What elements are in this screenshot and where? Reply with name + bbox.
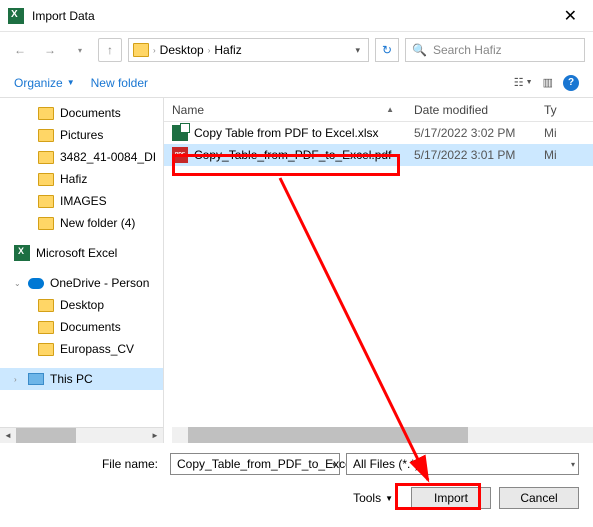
folder-icon	[38, 321, 54, 334]
folder-icon	[38, 151, 54, 164]
folder-icon	[38, 299, 54, 312]
expand-icon[interactable]: ⌄	[14, 279, 22, 288]
breadcrumb-part[interactable]: Desktop	[160, 43, 204, 57]
help-button[interactable]: ?	[563, 75, 579, 91]
scroll-thumb[interactable]	[188, 427, 468, 443]
nav-recent-button[interactable]: ▾	[68, 38, 92, 62]
nav-tree[interactable]: Documents Pictures 3482_41-0084_DI Hafiz…	[0, 98, 164, 443]
search-placeholder: Search Hafiz	[433, 43, 502, 57]
excel-icon	[14, 245, 30, 261]
tree-item-documents[interactable]: Documents	[0, 102, 163, 124]
tree-item-od-europass[interactable]: Europass_CV	[0, 338, 163, 360]
expand-icon[interactable]: ›	[14, 375, 22, 384]
tree-scrollbar[interactable]: ◄ ►	[0, 427, 163, 443]
view-mode-button[interactable]: ☷ ▼	[514, 76, 533, 89]
chevron-right-icon[interactable]: ›	[206, 46, 213, 55]
tree-item-pictures[interactable]: Pictures	[0, 124, 163, 146]
new-folder-button[interactable]: New folder	[91, 76, 148, 90]
refresh-button[interactable]: ↻	[375, 38, 399, 62]
xlsx-file-icon	[172, 125, 188, 141]
filename-input[interactable]: Copy_Table_from_PDF_to_Excel.pd ▾	[170, 453, 340, 475]
nav-forward-button: →	[38, 38, 62, 62]
file-type: Mi	[544, 126, 593, 140]
folder-icon	[38, 129, 54, 142]
close-icon[interactable]: ✕	[556, 6, 585, 26]
chevron-down-icon[interactable]: ▾	[332, 460, 336, 469]
folder-icon	[133, 43, 149, 57]
tree-item-thispc[interactable]: ›This PC	[0, 368, 163, 390]
tree-item-od-documents[interactable]: Documents	[0, 316, 163, 338]
file-date: 5/17/2022 3:02 PM	[414, 126, 544, 140]
breadcrumb-dropdown-icon[interactable]: ▾	[351, 45, 364, 56]
filename-label: File name:	[14, 457, 164, 471]
list-scrollbar[interactable]	[172, 427, 593, 443]
tree-item-onedrive[interactable]: ⌄OneDrive - Person	[0, 272, 163, 294]
column-header-date[interactable]: Date modified	[414, 103, 544, 117]
file-list[interactable]: Name▲ Date modified Ty Copy Table from P…	[164, 98, 593, 443]
window-title: Import Data	[32, 9, 95, 23]
file-name: Copy Table from PDF to Excel.xlsx	[194, 126, 379, 140]
tree-item-excel[interactable]: Microsoft Excel	[0, 242, 163, 264]
list-view-icon: ☷	[514, 76, 524, 89]
chevron-down-icon: ▼	[67, 78, 75, 87]
tree-item-folder[interactable]: 3482_41-0084_DI	[0, 146, 163, 168]
folder-icon	[38, 173, 54, 186]
file-date: 5/17/2022 3:01 PM	[414, 148, 544, 162]
column-header-type[interactable]: Ty	[544, 103, 593, 117]
cancel-button[interactable]: Cancel	[499, 487, 579, 509]
excel-app-icon	[8, 8, 24, 24]
scroll-thumb[interactable]	[16, 428, 76, 443]
file-row[interactable]: Copy_Table_from_PDF_to_Excel.pdf 5/17/20…	[164, 144, 593, 166]
import-button[interactable]: Import	[411, 487, 491, 509]
tree-item-od-desktop[interactable]: Desktop	[0, 294, 163, 316]
breadcrumb-part[interactable]: Hafiz	[214, 43, 241, 57]
file-filter-select[interactable]: All Files (*.*) ▾	[346, 453, 579, 475]
breadcrumb[interactable]: › Desktop › Hafiz ▾	[128, 38, 369, 62]
search-input[interactable]: 🔍 Search Hafiz	[405, 38, 585, 62]
tree-item-hafiz[interactable]: Hafiz	[0, 168, 163, 190]
nav-up-button[interactable]: ↑	[98, 38, 122, 62]
scroll-right-icon[interactable]: ►	[147, 428, 163, 443]
folder-icon	[38, 107, 54, 120]
preview-pane-button[interactable]: ▥	[543, 76, 553, 89]
scroll-left-icon[interactable]: ◄	[0, 428, 16, 443]
sort-asc-icon: ▲	[386, 105, 394, 114]
chevron-right-icon[interactable]: ›	[151, 46, 158, 55]
onedrive-icon	[28, 278, 44, 289]
pane-icon: ▥	[543, 76, 553, 89]
search-icon: 🔍	[412, 43, 427, 57]
file-row[interactable]: Copy Table from PDF to Excel.xlsx 5/17/2…	[164, 122, 593, 144]
folder-icon	[38, 217, 54, 230]
chevron-down-icon: ▼	[385, 494, 393, 503]
chevron-down-icon[interactable]: ▾	[571, 460, 575, 469]
nav-back-button[interactable]: ←	[8, 38, 32, 62]
file-name: Copy_Table_from_PDF_to_Excel.pdf	[194, 148, 391, 162]
organize-button[interactable]: Organize ▼	[14, 76, 75, 90]
column-header-name[interactable]: Name▲	[164, 103, 414, 117]
folder-icon	[38, 195, 54, 208]
tree-item-newfolder[interactable]: New folder (4)	[0, 212, 163, 234]
pc-icon	[28, 373, 44, 385]
tools-button[interactable]: Tools ▼	[353, 491, 393, 505]
folder-icon	[38, 343, 54, 356]
file-type: Mi	[544, 148, 593, 162]
tree-item-images[interactable]: IMAGES	[0, 190, 163, 212]
pdf-file-icon	[172, 147, 188, 163]
